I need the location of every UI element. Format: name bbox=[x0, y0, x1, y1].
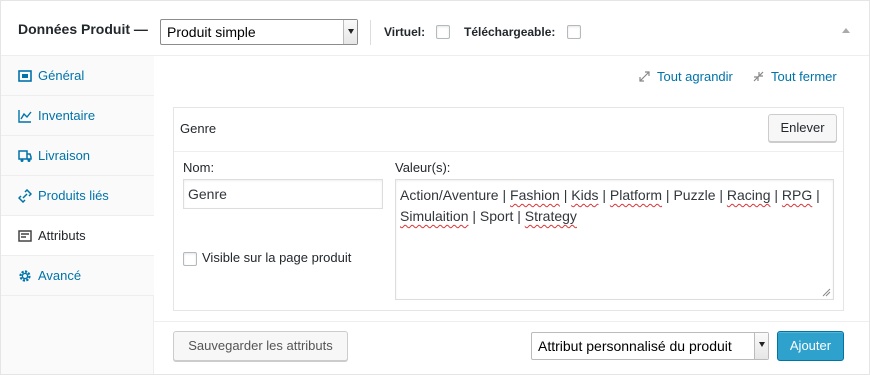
product-data-tabs: Général Inventaire Livraison Produits li… bbox=[1, 56, 155, 374]
tab-label: Livraison bbox=[38, 148, 91, 163]
grid-icon bbox=[18, 70, 32, 82]
product-type-value: Produit simple bbox=[167, 24, 256, 40]
product-type-select[interactable]: Produit simple bbox=[160, 19, 358, 45]
visible-label: Visible sur la page produit bbox=[202, 250, 352, 265]
visible-checkbox[interactable] bbox=[183, 252, 197, 266]
attributes-panel: Tout agrandir Tout fermer Genre Enlever … bbox=[154, 56, 869, 374]
tab-advanced[interactable]: Avancé bbox=[1, 256, 154, 296]
truck-icon bbox=[18, 150, 32, 162]
tab-label: Produits liés bbox=[38, 188, 109, 203]
tab-shipping[interactable]: Livraison bbox=[1, 136, 154, 176]
tab-inventory[interactable]: Inventaire bbox=[1, 96, 154, 136]
tab-attributes[interactable]: Attributs bbox=[1, 216, 155, 256]
values-label: Valeur(s): bbox=[395, 160, 451, 175]
attribute-type-select[interactable]: Attribut personnalisé du produit bbox=[531, 332, 769, 360]
tab-label: Avancé bbox=[38, 268, 82, 283]
gear-icon bbox=[19, 270, 31, 282]
panel-header: Données Produit — Produit simple Virtuel… bbox=[1, 1, 869, 56]
attribute-card-header[interactable]: Genre Enlever bbox=[174, 108, 843, 152]
header-divider bbox=[370, 20, 371, 45]
remove-attribute-button[interactable]: Enlever bbox=[768, 114, 837, 142]
downloadable-label: Téléchargeable: bbox=[464, 25, 556, 39]
virtual-checkbox[interactable] bbox=[436, 25, 450, 39]
expand-all-label: Tout agrandir bbox=[657, 69, 733, 84]
attribute-values-textarea[interactable]: Action/Aventure | Fashion | Kids | Platf… bbox=[395, 179, 834, 300]
attributes-footer: Sauvegarder les attributs Attribut perso… bbox=[154, 321, 869, 374]
expand-all-link[interactable]: Tout agrandir bbox=[639, 69, 733, 84]
collapse-all-link[interactable]: Tout fermer bbox=[753, 69, 837, 84]
tab-label: Inventaire bbox=[38, 108, 96, 123]
collapse-panel-icon[interactable] bbox=[842, 28, 850, 33]
add-attribute-button[interactable]: Ajouter bbox=[777, 331, 844, 361]
select-arrow-icon bbox=[343, 20, 357, 44]
attribute-card: Genre Enlever Nom: Genre Valeur(s): Acti… bbox=[173, 107, 844, 311]
product-data-panel: Données Produit — Produit simple Virtuel… bbox=[0, 0, 870, 375]
select-arrow-icon bbox=[754, 333, 768, 359]
visible-on-product-page[interactable]: Visible sur la page produit bbox=[183, 250, 352, 266]
attribute-heading: Genre bbox=[180, 121, 217, 136]
attribute-name-input[interactable]: Genre bbox=[183, 179, 383, 209]
save-attributes-button[interactable]: Sauvegarder les attributs bbox=[173, 331, 348, 361]
name-label: Nom: bbox=[183, 160, 215, 175]
attribute-values-text: Action/Aventure | Fashion | Kids | Platf… bbox=[400, 187, 820, 224]
tab-linked-products[interactable]: Produits liés bbox=[1, 176, 154, 216]
tab-label: Général bbox=[38, 68, 85, 83]
expand-icon bbox=[639, 71, 650, 82]
link-icon bbox=[18, 189, 32, 203]
tab-label: Attributs bbox=[38, 228, 86, 243]
downloadable-checkbox[interactable] bbox=[567, 25, 581, 39]
virtual-label: Virtuel: bbox=[384, 25, 426, 39]
resize-handle-icon[interactable] bbox=[822, 288, 831, 297]
list-icon bbox=[18, 230, 32, 242]
collapse-all-label: Tout fermer bbox=[771, 69, 837, 84]
panel-title: Données Produit — bbox=[18, 21, 148, 37]
chart-icon bbox=[18, 110, 32, 123]
attribute-type-value: Attribut personnalisé du produit bbox=[538, 338, 732, 354]
tab-general[interactable]: Général bbox=[1, 56, 154, 96]
collapse-icon bbox=[753, 71, 764, 82]
